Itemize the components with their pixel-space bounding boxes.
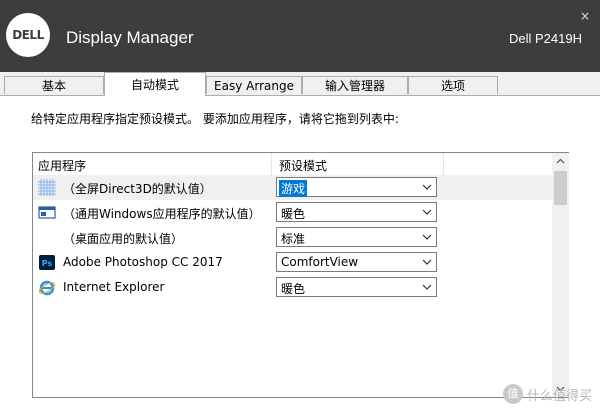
tab-options[interactable]: 选项 [408, 76, 498, 94]
chevron-down-icon [422, 184, 432, 190]
list-item[interactable]: （桌面应用的默认值） 标准 [33, 225, 552, 250]
preset-mode-value: 暖色 [281, 282, 306, 296]
app-name: Internet Explorer [63, 280, 165, 294]
vertical-scrollbar[interactable] [552, 153, 569, 397]
fullscreen-grid-icon [38, 179, 56, 196]
preset-mode-select[interactable]: 游戏 [276, 177, 437, 197]
list-item[interactable]: （全屏Direct3D的默认值） 游戏 [33, 175, 552, 200]
scrollbar-thumb[interactable] [554, 171, 567, 205]
preset-mode-value: 标准 [281, 232, 306, 246]
app-title: Display Manager [66, 28, 194, 47]
chevron-down-icon [422, 259, 432, 265]
title-bar: DELL Display Manager Dell P2419H × [0, 0, 600, 72]
app-name: Adobe Photoshop CC 2017 [63, 255, 223, 269]
preset-mode-select[interactable]: ComfortView [276, 252, 437, 272]
dell-logo: DELL [6, 13, 50, 57]
instruction-text: 给特定应用程序指定预设模式。 要添加应用程序，请将它拖到列表中: [31, 112, 399, 126]
tab-input-manager[interactable]: 输入管理器 [302, 76, 408, 94]
app-name: （通用Windows应用程序的默认值） [63, 207, 261, 221]
window-app-icon [38, 206, 56, 219]
photoshop-icon: Ps [39, 255, 55, 270]
preset-mode-value: 暖色 [281, 207, 306, 221]
scroll-up-icon[interactable] [552, 153, 569, 170]
tab-auto-mode[interactable]: 自动模式 [104, 72, 206, 96]
preset-mode-value: 游戏 [279, 180, 308, 197]
watermark-text: 什么值得买 [526, 388, 592, 404]
monitor-model: Dell P2419H [509, 31, 582, 46]
svg-text:Ps: Ps [42, 259, 53, 268]
preset-mode-select[interactable]: 暖色 [276, 277, 437, 297]
app-list[interactable]: 应用程序 预设模式 （全屏Direct3D的默认值） 游戏 （通用Windows… [32, 152, 569, 398]
tab-easy-arrange[interactable]: Easy Arrange [206, 76, 302, 94]
tab-bar: 基本 自动模式 Easy Arrange 输入管理器 选项 i [0, 72, 600, 162]
chevron-down-icon [422, 209, 432, 215]
list-item[interactable]: Ps Adobe Photoshop CC 2017 ComfortView [33, 250, 552, 275]
header-mode: 预设模式 [279, 159, 328, 173]
list-header: 应用程序 预设模式 [33, 153, 552, 176]
close-button[interactable]: × [580, 9, 590, 23]
list-item[interactable]: （通用Windows应用程序的默认值） 暖色 [33, 200, 552, 225]
tab-basic[interactable]: 基本 [4, 76, 104, 94]
header-app: 应用程序 [38, 159, 87, 173]
list-item[interactable]: Internet Explorer 暖色 [33, 275, 552, 300]
auto-mode-panel: 给特定应用程序指定预设模式。 要添加应用程序，请将它拖到列表中: 应用程序 预设… [0, 96, 600, 410]
watermark-logo: 值 [502, 384, 523, 404]
internet-explorer-icon [38, 280, 56, 296]
watermark: 值 什么值得买 [502, 384, 592, 404]
preset-mode-value: ComfortView [281, 255, 359, 269]
preset-mode-select[interactable]: 标准 [276, 227, 437, 247]
app-name: （全屏Direct3D的默认值） [63, 182, 212, 196]
column-separator [271, 153, 272, 175]
chevron-down-icon [422, 284, 432, 290]
preset-mode-select[interactable]: 暖色 [276, 202, 437, 222]
app-name: （桌面应用的默认值） [63, 232, 184, 246]
column-separator [443, 153, 444, 175]
chevron-down-icon [422, 234, 432, 240]
